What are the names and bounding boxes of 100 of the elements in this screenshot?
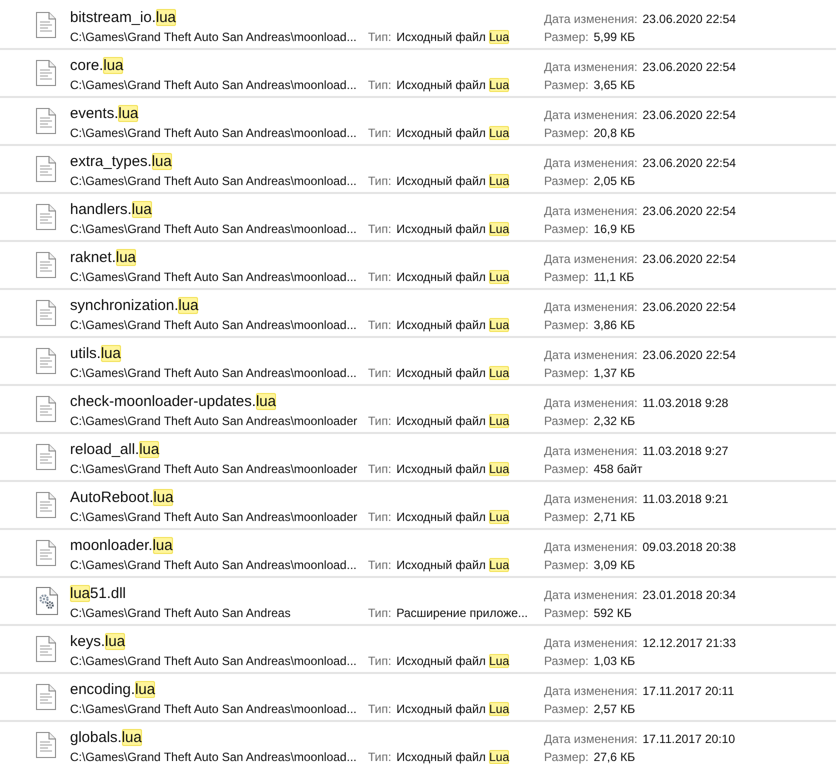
size-label: Размер: — [544, 750, 589, 764]
type-label: Тип: — [368, 414, 392, 428]
file-name: keys.lua — [70, 633, 126, 650]
type-label: Тип: — [368, 78, 392, 92]
modified-date: 23.06.2020 22:54 — [642, 204, 736, 218]
document-icon — [36, 348, 56, 374]
type-label: Тип: — [368, 606, 392, 620]
modified-date: 23.06.2020 22:54 — [642, 60, 736, 74]
size-label: Размер: — [544, 270, 589, 284]
document-icon — [36, 300, 56, 326]
size-label: Размер: — [544, 702, 589, 716]
size-label: Размер: — [544, 606, 589, 620]
size-label: Размер: — [544, 414, 589, 428]
document-icon — [36, 12, 56, 38]
file-path: C:\Games\Grand Theft Auto San Andreas\moonload... — [70, 702, 357, 716]
file-type: Исходный файл Lua — [396, 126, 510, 140]
document-icon — [36, 444, 56, 470]
document-icon — [36, 540, 56, 566]
file-type: Исходный файл Lua — [396, 510, 510, 524]
document-icon — [36, 252, 56, 278]
file-name: reload_all.lua — [70, 441, 160, 458]
modified-date: 23.01.2018 20:34 — [642, 588, 736, 602]
file-size: 1,37 КБ — [594, 366, 636, 380]
modified-date: 11.03.2018 9:28 — [642, 396, 728, 410]
file-name: check-moonloader-updates.lua — [70, 393, 276, 410]
file-size: 3,09 КБ — [594, 558, 636, 572]
size-label: Размер: — [544, 462, 589, 476]
date-label: Дата изменения: — [544, 636, 638, 650]
file-size: 2,32 КБ — [594, 414, 636, 428]
type-label: Тип: — [368, 366, 392, 380]
date-label: Дата изменения: — [544, 204, 638, 218]
file-type: Исходный файл Lua — [396, 366, 510, 380]
type-label: Тип: — [368, 318, 392, 332]
file-size: 20,8 КБ — [594, 126, 636, 140]
file-name: extra_types.lua — [70, 153, 172, 170]
size-label: Размер: — [544, 174, 589, 188]
document-icon — [36, 396, 56, 422]
date-label: Дата изменения: — [544, 60, 638, 74]
modified-date: 17.11.2017 20:10 — [642, 732, 736, 746]
type-label: Тип: — [368, 270, 392, 284]
file-type: Исходный файл Lua — [396, 654, 510, 668]
date-label: Дата изменения: — [544, 732, 638, 746]
file-size: 27,6 КБ — [594, 750, 636, 764]
file-path: C:\Games\Grand Theft Auto San Andreas\moonload... — [70, 318, 357, 332]
file-path: C:\Games\Grand Theft Auto San Andreas\moonload... — [70, 654, 357, 668]
modified-date: 23.06.2020 22:54 — [642, 300, 736, 314]
file-type: Исходный файл Lua — [396, 174, 510, 188]
file-name: lua51.dll — [70, 585, 126, 602]
file-name: synchronization.lua — [70, 297, 198, 314]
file-name: AutoReboot.lua — [70, 489, 174, 506]
size-label: Размер: — [544, 558, 589, 572]
file-path: C:\Games\Grand Theft Auto San Andreas\moonloader — [70, 510, 358, 524]
modified-date: 09.03.2018 20:38 — [642, 540, 736, 554]
file-name: raknet.lua — [70, 249, 136, 266]
file-type: Исходный файл Lua — [396, 318, 510, 332]
type-label: Тип: — [368, 750, 392, 764]
file-path: C:\Games\Grand Theft Auto San Andreas\moonload... — [70, 78, 357, 92]
modified-date: 23.06.2020 22:54 — [642, 156, 736, 170]
file-name: bitstream_io.lua — [70, 9, 176, 26]
file-path: C:\Games\Grand Theft Auto San Andreas\moonload... — [70, 174, 357, 188]
file-size: 2,71 КБ — [594, 510, 636, 524]
size-label: Размер: — [544, 126, 589, 140]
file-type: Расширение приложе... — [396, 606, 528, 620]
size-label: Размер: — [544, 78, 589, 92]
document-icon — [36, 684, 56, 710]
file-size: 2,57 КБ — [594, 702, 636, 716]
file-size: 5,99 КБ — [594, 30, 636, 44]
file-size: 3,65 КБ — [594, 78, 636, 92]
file-type: Исходный файл Lua — [396, 414, 510, 428]
type-label: Тип: — [368, 702, 392, 716]
modified-date: 12.12.2017 21:33 — [642, 636, 736, 650]
modified-date: 11.03.2018 9:27 — [642, 444, 728, 458]
file-name: moonloader.lua — [70, 537, 173, 554]
document-icon — [36, 492, 56, 518]
document-icon — [36, 156, 56, 182]
size-label: Размер: — [544, 30, 589, 44]
type-label: Тип: — [368, 654, 392, 668]
file-type: Исходный файл Lua — [396, 78, 510, 92]
file-name: handlers.lua — [70, 201, 152, 218]
size-label: Размер: — [544, 654, 589, 668]
date-label: Дата изменения: — [544, 156, 638, 170]
date-label: Дата изменения: — [544, 108, 638, 122]
date-label: Дата изменения: — [544, 300, 638, 314]
settings-file-icon — [36, 587, 58, 615]
file-path: C:\Games\Grand Theft Auto San Andreas\moonloader — [70, 462, 358, 476]
file-size: 16,9 КБ — [594, 222, 636, 236]
type-label: Тип: — [368, 222, 392, 236]
file-type: Исходный файл Lua — [396, 462, 510, 476]
file-size: 11,1 КБ — [594, 270, 634, 284]
type-label: Тип: — [368, 126, 392, 140]
file-size: 2,05 КБ — [594, 174, 636, 188]
type-label: Тип: — [368, 30, 392, 44]
date-label: Дата изменения: — [544, 348, 638, 362]
document-icon — [36, 108, 56, 134]
document-icon — [36, 60, 56, 86]
date-label: Дата изменения: — [544, 396, 638, 410]
modified-date: 23.06.2020 22:54 — [642, 108, 736, 122]
file-path: C:\Games\Grand Theft Auto San Andreas\moonload... — [70, 30, 357, 44]
document-icon — [36, 732, 56, 758]
file-path: C:\Games\Grand Theft Auto San Andreas — [70, 606, 291, 620]
